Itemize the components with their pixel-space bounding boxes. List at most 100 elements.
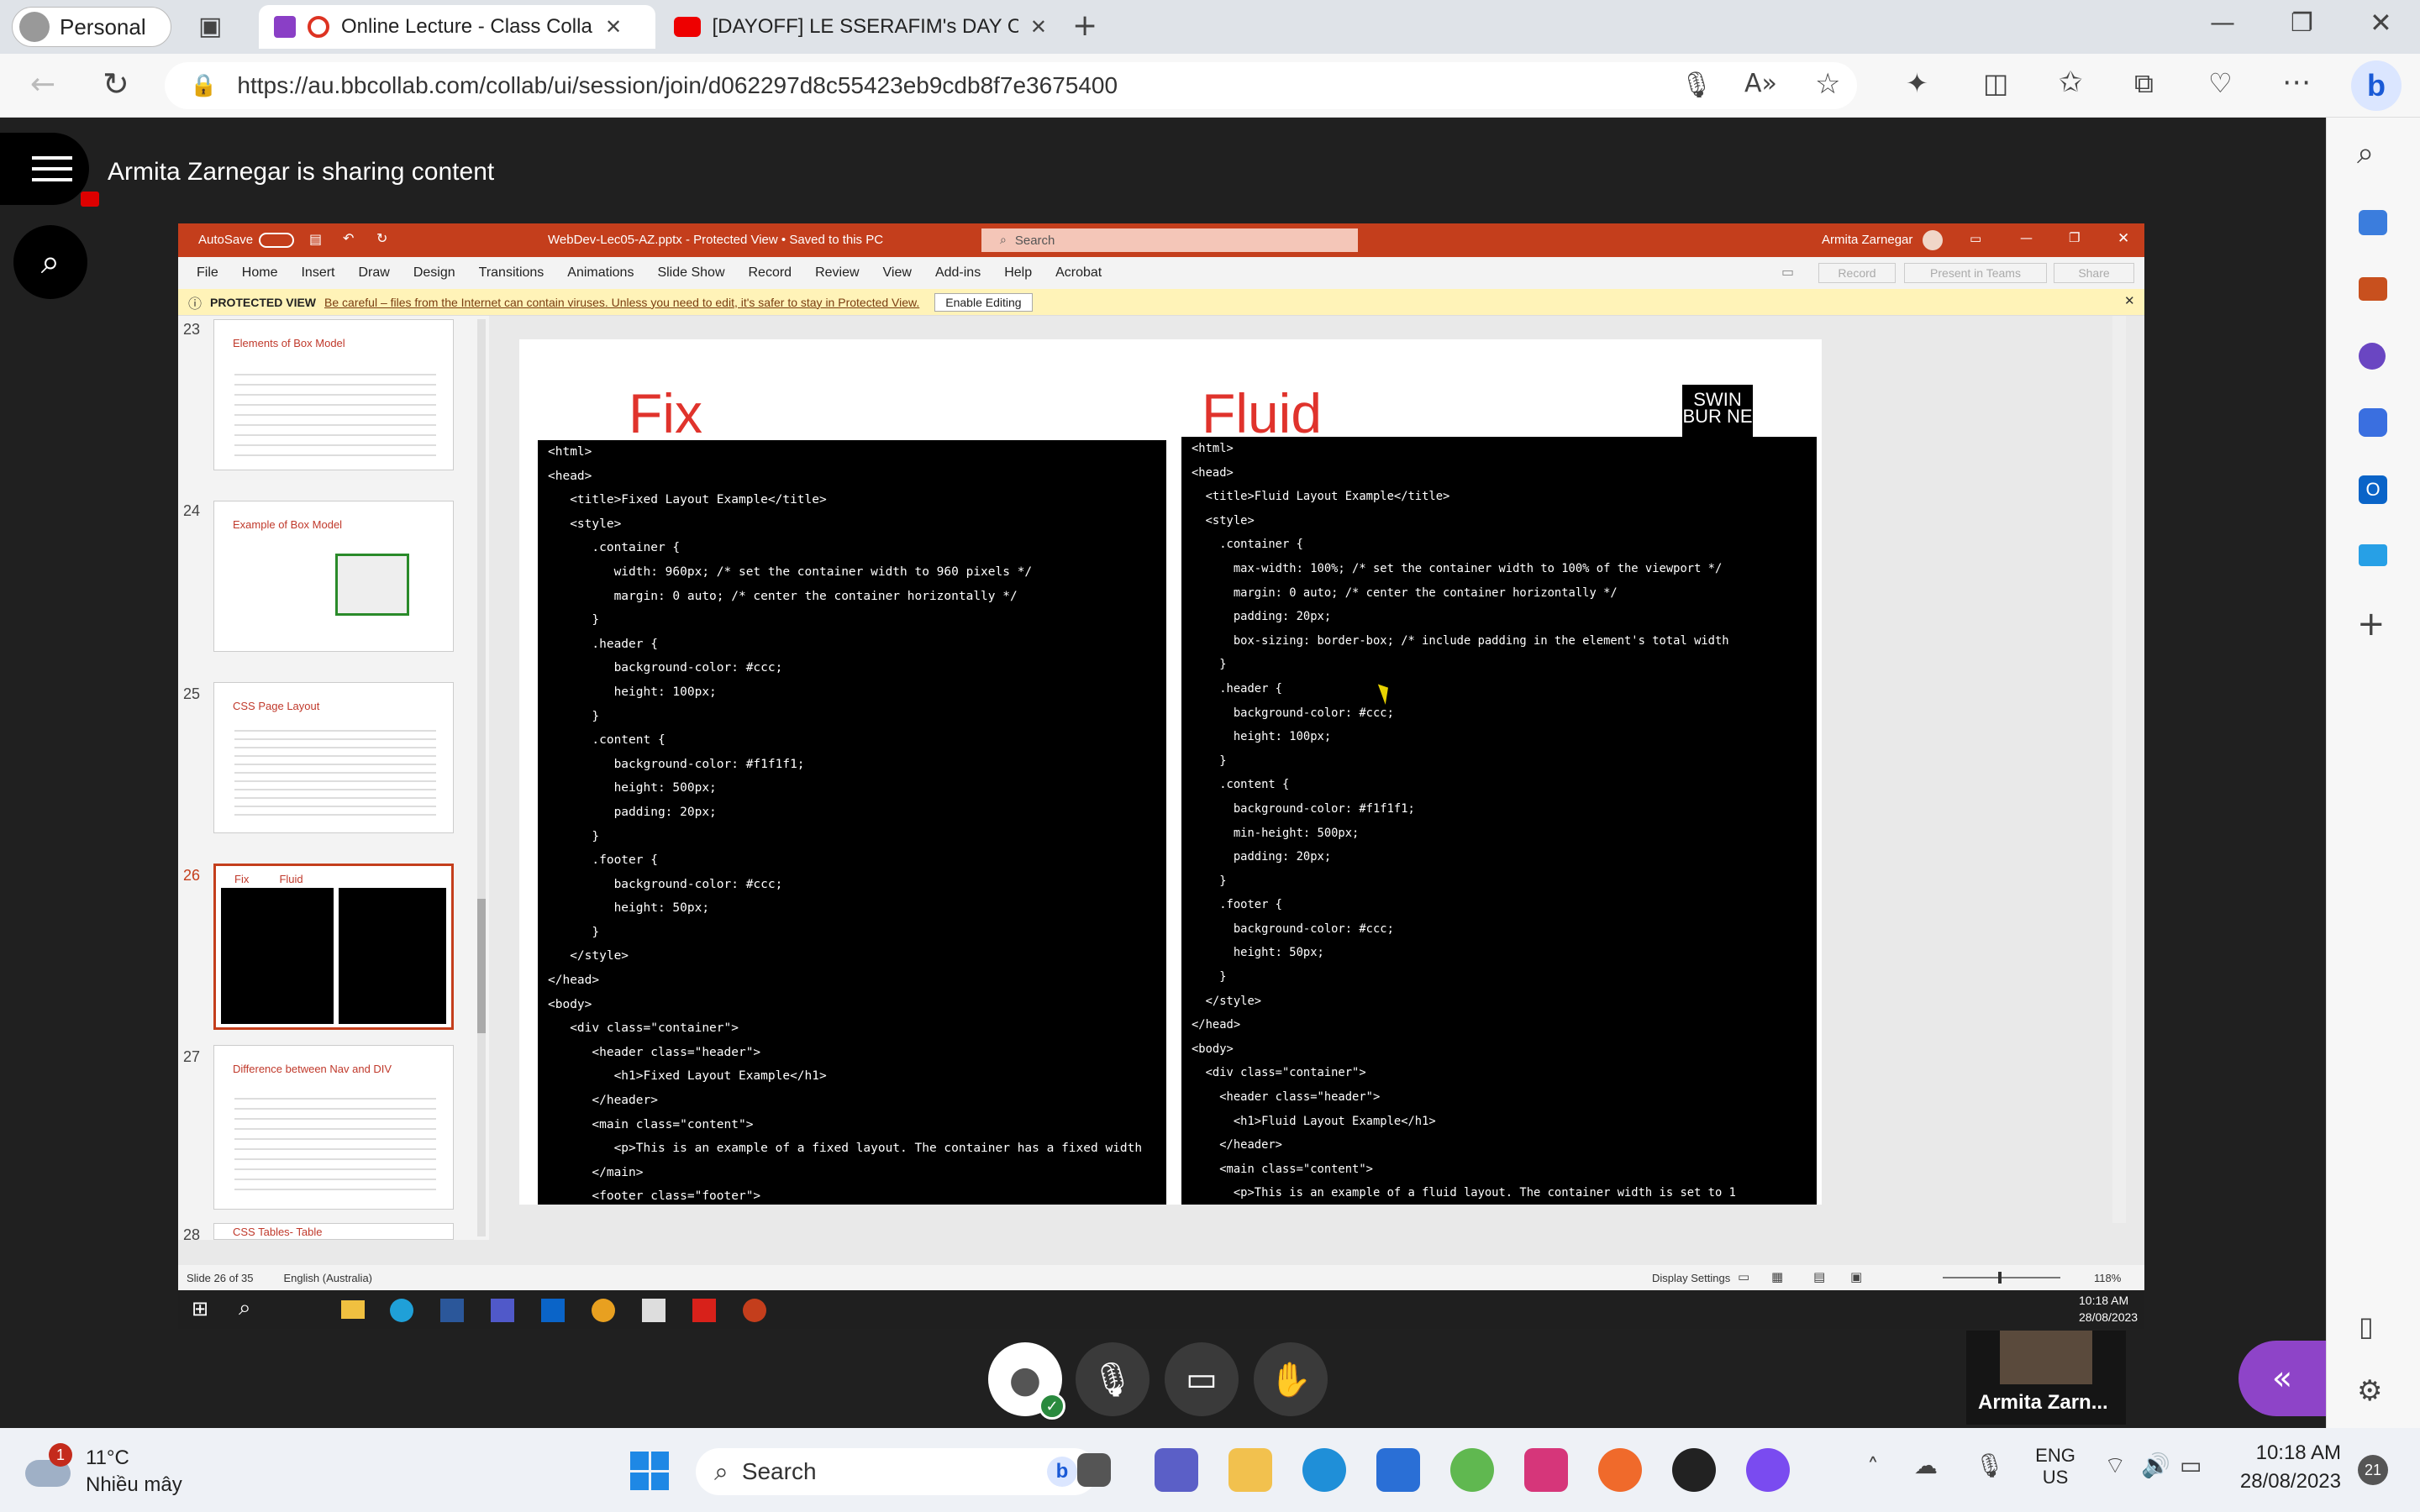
menu-button[interactable]	[0, 133, 99, 207]
slide-thumbnail-25[interactable]: CSS Page Layout	[213, 682, 454, 833]
reading-view-icon[interactable]: ▤	[1813, 1269, 1825, 1284]
close-icon[interactable]: ✕	[2118, 230, 2129, 247]
chevron-up-icon[interactable]: ˄	[1867, 1453, 1879, 1481]
task-view-icon[interactable]	[1077, 1453, 1111, 1487]
file-explorer-icon[interactable]	[1228, 1448, 1272, 1492]
star-icon[interactable]: ☆	[1815, 67, 1840, 101]
send-icon[interactable]	[2359, 544, 2387, 566]
menu-help[interactable]: Help	[1004, 265, 1032, 281]
health-icon[interactable]: ♡	[2208, 67, 2233, 99]
microphone-button[interactable]: 🎙	[1076, 1342, 1150, 1416]
games-icon[interactable]	[2359, 343, 2386, 370]
comment-icon[interactable]: ▭	[1781, 264, 1794, 280]
zoom-level[interactable]: 118%	[2094, 1272, 2121, 1284]
firefox-icon[interactable]	[1598, 1448, 1642, 1492]
refresh-icon[interactable]: ↻	[103, 66, 129, 102]
autosave-toggle[interactable]	[259, 233, 294, 248]
new-tab-icon[interactable]: +	[1072, 8, 1097, 43]
weather-widget[interactable]: 1 11°C Nhiều mây	[25, 1438, 227, 1505]
protected-view-message[interactable]: Be careful – files from the Internet can…	[324, 296, 919, 309]
github-icon[interactable]	[1672, 1448, 1716, 1492]
store-icon[interactable]	[1376, 1448, 1420, 1492]
minimize-icon[interactable]: —	[2020, 230, 2033, 245]
office-icon[interactable]	[2359, 408, 2387, 437]
slide-thumbnail-27[interactable]: Difference between Nav and DIV	[213, 1045, 454, 1210]
profile-button[interactable]: Personal	[12, 7, 171, 47]
save-icon[interactable]: ▤	[309, 231, 322, 247]
slide-thumbnail-26-selected[interactable]: Fix Fluid	[213, 864, 454, 1030]
menu-file[interactable]: File	[197, 265, 218, 281]
more-icon[interactable]: ⋯	[2282, 66, 2311, 99]
favorites-icon[interactable]: ✩	[2059, 66, 2083, 99]
taskbar-clock[interactable]: 10:18 AM 28/08/2023	[2223, 1441, 2341, 1494]
battery-icon[interactable]: ▭	[2180, 1452, 2202, 1479]
start-button[interactable]	[630, 1452, 669, 1490]
read-aloud-icon[interactable]: A»	[1744, 69, 1777, 98]
minimize-icon[interactable]: —	[2210, 8, 2235, 38]
menu-review[interactable]: Review	[815, 265, 859, 281]
display-settings-button[interactable]: Display Settings	[1652, 1272, 1730, 1284]
menu-view[interactable]: View	[883, 265, 912, 281]
notification-count[interactable]: 21	[2358, 1455, 2388, 1485]
url-text[interactable]: https://au.bbcollab.com/collab/ui/sessio…	[237, 72, 1118, 99]
menu-slide-show[interactable]: Slide Show	[657, 265, 724, 281]
vertical-scrollbar[interactable]	[2112, 316, 2126, 1223]
add-icon[interactable]: +	[2357, 605, 2386, 643]
mic-icon[interactable]: 🎙	[1681, 71, 1712, 100]
content-panel-button[interactable]: ⌕	[13, 225, 87, 299]
slideshow-icon[interactable]: ▣	[1850, 1269, 1862, 1284]
shopping-icon[interactable]	[2359, 210, 2387, 235]
clipchamp-icon[interactable]	[1450, 1448, 1494, 1492]
language-indicator[interactable]: ENG US	[2030, 1445, 2081, 1488]
ppt-search-box[interactable]: ⌕ Search	[981, 228, 1358, 252]
record-button[interactable]: Record	[1818, 263, 1896, 283]
mic-icon[interactable]: 🎙	[1975, 1452, 2005, 1479]
menu-home[interactable]: Home	[242, 265, 278, 281]
settings-icon[interactable]: ⚙	[2357, 1374, 2382, 1408]
instagram-icon[interactable]	[1524, 1448, 1568, 1492]
slide-thumbnail-24[interactable]: Example of Box Model	[213, 501, 454, 652]
wifi-icon[interactable]: ⌔	[2104, 1452, 2126, 1481]
menu-draw[interactable]: Draw	[358, 265, 389, 281]
address-bar[interactable]: 🔒 https://au.bbcollab.com/collab/ui/sess…	[165, 62, 1857, 109]
tools-icon[interactable]	[2359, 277, 2387, 301]
raise-hand-button[interactable]: ✋	[1254, 1342, 1328, 1416]
collections-icon[interactable]: ⧉	[2134, 67, 2154, 100]
language-indicator[interactable]: English (Australia)	[284, 1272, 373, 1284]
enable-editing-button[interactable]: Enable Editing	[934, 292, 1033, 312]
sidebar-layout-icon[interactable]: ▯	[2359, 1310, 2374, 1342]
close-icon[interactable]: ✕	[1030, 15, 1047, 39]
present-teams-button[interactable]: Present in Teams	[1904, 263, 2047, 283]
slide-thumbnail-23[interactable]: Elements of Box Model	[213, 319, 454, 470]
search-icon[interactable]: ⌕	[2357, 136, 2374, 171]
restore-icon[interactable]: ❐	[2069, 230, 2080, 245]
workspaces-icon[interactable]: ▣	[198, 12, 222, 41]
zoom-slider[interactable]	[1943, 1272, 2060, 1284]
share-button[interactable]: Share	[2054, 263, 2134, 283]
volume-icon[interactable]: 🔊	[2141, 1452, 2170, 1479]
chat-icon[interactable]	[1155, 1448, 1198, 1492]
messenger-icon[interactable]	[1746, 1448, 1790, 1492]
tab-online-lecture[interactable]: Online Lecture - Class Collal ✕	[259, 5, 655, 49]
redo-icon[interactable]: ↻	[376, 230, 387, 246]
menu-add-ins[interactable]: Add-ins	[935, 265, 981, 281]
menu-record[interactable]: Record	[749, 265, 792, 281]
taskbar-search[interactable]: ⌕ Search b	[696, 1448, 1097, 1495]
menu-animations[interactable]: Animations	[567, 265, 634, 281]
participant-video-tile[interactable]: Armita Zarn...	[1966, 1331, 2126, 1425]
split-icon[interactable]: ◫	[1983, 67, 2008, 99]
slide-thumbnail-28[interactable]: CSS Tables- Table	[213, 1223, 454, 1240]
collaborate-panel-button[interactable]: «	[2238, 1341, 2326, 1416]
edge-taskbar-icon[interactable]	[1302, 1448, 1346, 1492]
camera-button[interactable]: ▭	[1165, 1342, 1239, 1416]
ribbon-display-icon[interactable]: ▭	[1970, 231, 1981, 246]
slide-sorter-icon[interactable]: ▦	[1771, 1269, 1783, 1284]
restore-icon[interactable]: ❐	[2291, 8, 2313, 38]
extensions-icon[interactable]: ✦	[1906, 67, 1928, 99]
close-window-icon[interactable]: ✕	[2370, 7, 2392, 39]
menu-transitions[interactable]: Transitions	[479, 265, 544, 281]
thumbnail-scrollbar[interactable]	[477, 319, 486, 1236]
menu-acrobat[interactable]: Acrobat	[1055, 265, 1102, 281]
undo-icon[interactable]: ↶	[343, 230, 354, 246]
back-icon[interactable]: ←	[30, 67, 55, 102]
